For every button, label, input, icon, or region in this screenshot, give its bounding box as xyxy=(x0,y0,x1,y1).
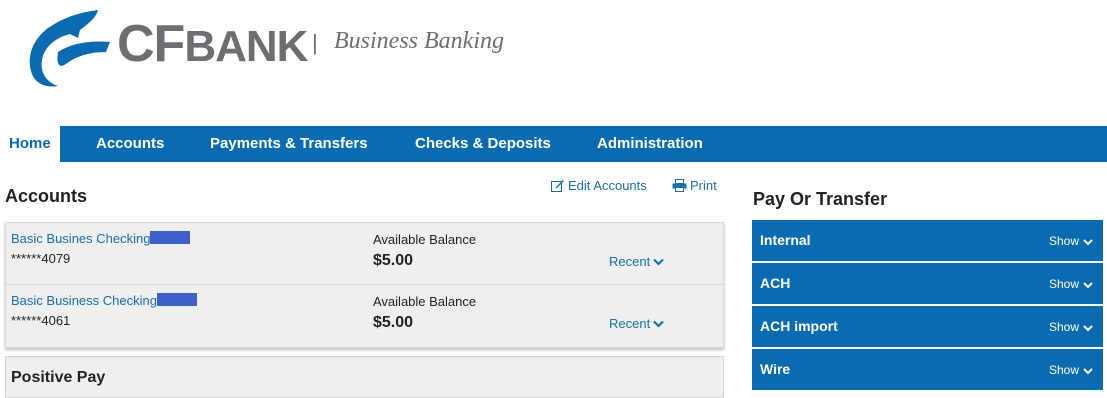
redacted-block xyxy=(156,293,197,306)
print-label: Print xyxy=(690,178,717,193)
balance-label: Available Balance xyxy=(373,232,477,247)
transfer-label: Internal xyxy=(760,232,811,248)
account-name-link[interactable]: Basic Busines Checking xyxy=(11,231,191,246)
chevron-down-icon xyxy=(1083,239,1093,246)
transfer-item-ach[interactable]: ACH Show xyxy=(752,263,1103,304)
nav-accounts[interactable]: Accounts xyxy=(96,126,164,162)
recent-label: Recent xyxy=(609,316,651,331)
account-row: Basic Business Checking ******4061 Avail… xyxy=(6,284,723,345)
nav-home[interactable]: Home xyxy=(0,126,60,163)
account-row: Basic Busines Checking ******4079 Availa… xyxy=(6,223,723,283)
transfer-item-wire[interactable]: Wire Show xyxy=(752,349,1103,390)
transfer-label: ACH import xyxy=(760,318,838,334)
nav-payments-transfers[interactable]: Payments & Transfers xyxy=(210,126,368,162)
show-label: Show xyxy=(1048,234,1079,248)
edit-accounts-link[interactable]: Edit Accounts xyxy=(551,178,647,193)
print-link[interactable]: Print xyxy=(672,178,717,193)
account-number: ******4061 xyxy=(11,313,71,328)
nav-checks-deposits[interactable]: Checks & Deposits xyxy=(415,126,551,162)
transfer-label: Wire xyxy=(760,361,791,377)
show-label: Show xyxy=(1048,320,1079,334)
header: CFBANK | Business Banking xyxy=(0,0,1107,126)
accounts-list: Basic Busines Checking ******4079 Availa… xyxy=(5,222,724,348)
chevron-down-icon xyxy=(1083,282,1093,289)
account-name-link[interactable]: Basic Business Checking xyxy=(11,293,197,308)
positive-pay-title: Positive Pay xyxy=(11,369,106,386)
account-name: Basic Busines Checking xyxy=(11,231,151,246)
recent-label: Recent xyxy=(609,254,651,269)
chevron-down-icon xyxy=(653,320,664,328)
transfer-item-ach-import[interactable]: ACH import Show xyxy=(752,306,1103,347)
cfbank-wordmark[interactable]: CFBANK xyxy=(117,14,308,74)
show-toggle[interactable]: Show xyxy=(1049,277,1093,291)
transfer-label: ACH xyxy=(760,275,791,291)
show-toggle[interactable]: Show xyxy=(1049,320,1093,334)
transfer-item-internal[interactable]: Internal Show xyxy=(752,220,1103,261)
cfbank-logo-icon[interactable] xyxy=(18,8,128,90)
logo-tagline: Business Banking xyxy=(334,28,504,54)
positive-pay-panel: Positive Pay xyxy=(5,356,724,398)
balance-value: $5.00 xyxy=(373,252,414,269)
recent-dropdown[interactable]: Recent xyxy=(609,254,664,269)
show-toggle[interactable]: Show xyxy=(1049,234,1093,248)
nav-administration[interactable]: Administration xyxy=(597,126,703,162)
logo-cf-text: CF xyxy=(117,15,185,73)
show-label: Show xyxy=(1048,277,1079,291)
chevron-down-icon xyxy=(653,258,664,266)
redacted-block xyxy=(150,231,191,244)
recent-dropdown[interactable]: Recent xyxy=(609,316,664,331)
main-nav: Home Accounts Payments & Transfers Check… xyxy=(0,126,1107,163)
edit-accounts-label: Edit Accounts xyxy=(568,178,647,193)
logo-separator: | xyxy=(312,30,318,55)
account-name: Basic Business Checking xyxy=(11,293,157,308)
account-number: ******4079 xyxy=(11,251,71,266)
balance-label: Available Balance xyxy=(373,294,477,309)
printer-icon xyxy=(672,179,687,192)
edit-icon xyxy=(551,180,564,192)
logo-bank-text: BANK xyxy=(184,22,308,71)
accounts-title: Accounts xyxy=(5,186,88,206)
chevron-down-icon xyxy=(1083,325,1093,332)
pay-transfer-title: Pay Or Transfer xyxy=(753,189,888,209)
balance-value: $5.00 xyxy=(373,314,414,331)
show-label: Show xyxy=(1048,363,1079,377)
show-toggle[interactable]: Show xyxy=(1049,363,1093,377)
chevron-down-icon xyxy=(1083,368,1093,375)
